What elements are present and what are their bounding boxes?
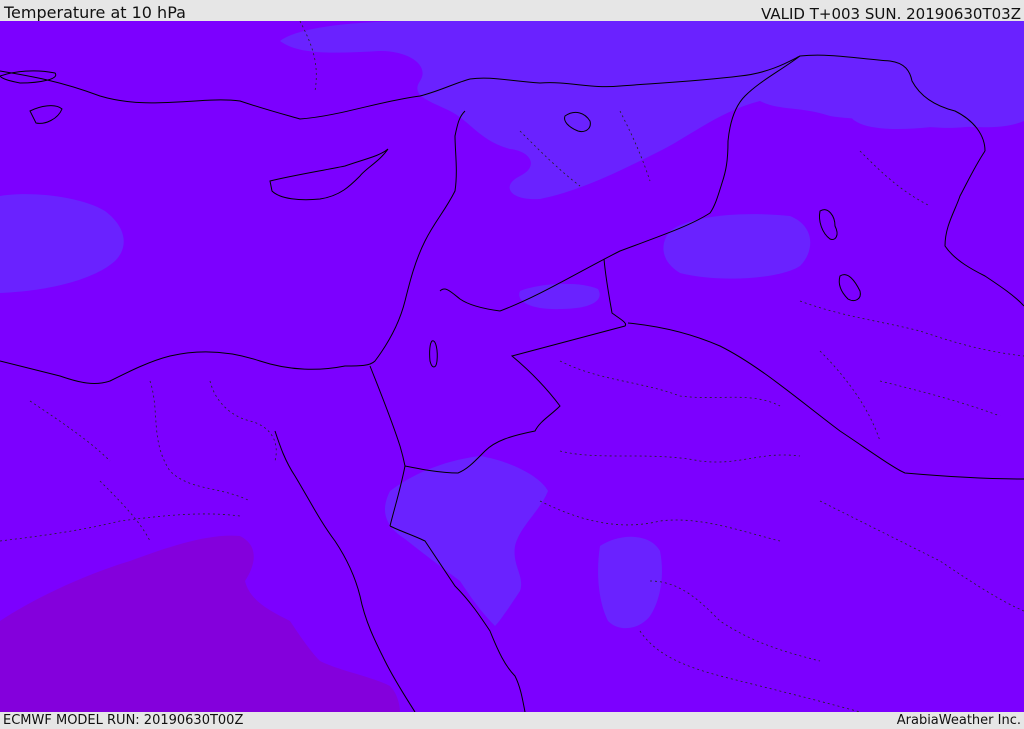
cool-patch-jordan xyxy=(519,283,600,310)
map-title: Temperature at 10 hPa xyxy=(4,3,186,22)
weather-map[interactable] xyxy=(0,21,1024,712)
credit-label: ArabiaWeather Inc. xyxy=(896,713,1021,728)
model-run-label: ECMWF MODEL RUN: 20190630T00Z xyxy=(3,713,244,728)
map-canvas xyxy=(0,21,1024,712)
cool-patch-iraq xyxy=(663,214,811,279)
footer-bar: ECMWF MODEL RUN: 20190630T00Z ArabiaWeat… xyxy=(0,712,1024,729)
map-window: Temperature at 10 hPa VALID T+003 SUN. 2… xyxy=(0,0,1024,729)
header-bar: Temperature at 10 hPa VALID T+003 SUN. 2… xyxy=(0,0,1024,23)
